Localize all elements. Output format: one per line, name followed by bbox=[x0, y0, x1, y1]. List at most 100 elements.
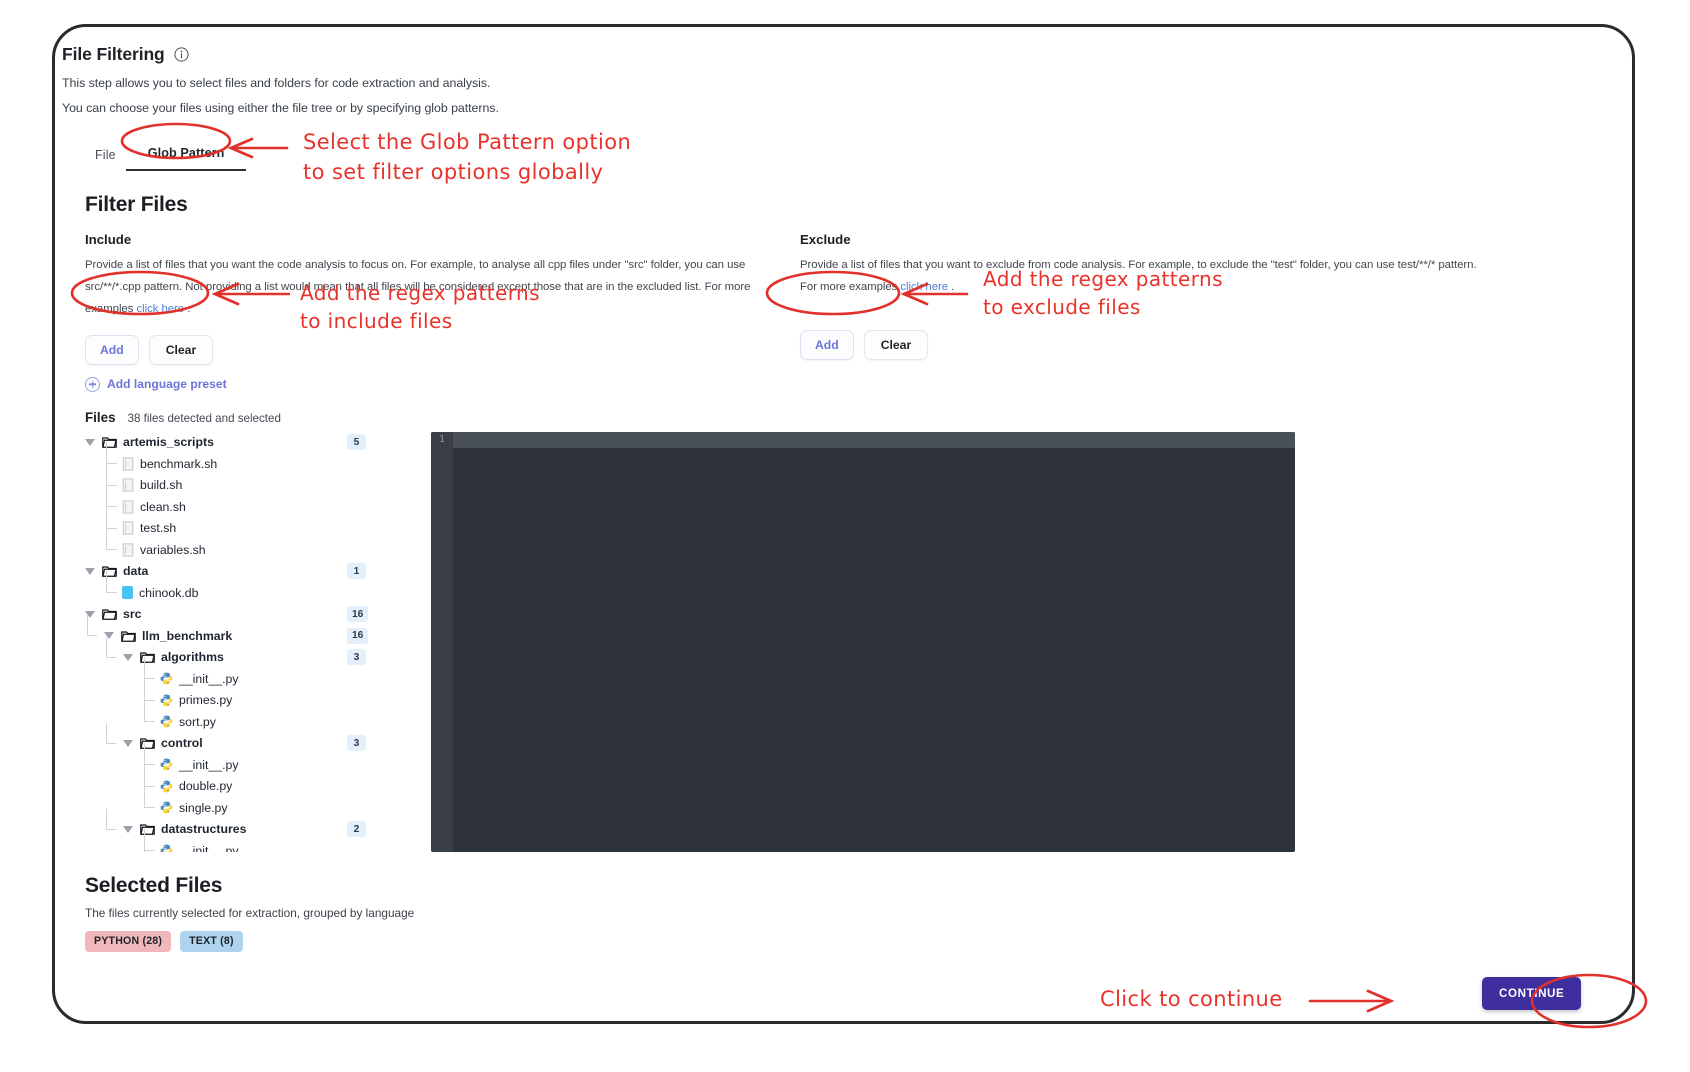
tab-glob-pattern[interactable]: Glob Pattern bbox=[125, 140, 247, 171]
tree-node-label: control bbox=[161, 736, 203, 751]
python-file-icon bbox=[160, 780, 173, 793]
tree-node-count-badge: 16 bbox=[347, 627, 369, 644]
text-file-icon bbox=[122, 543, 134, 557]
tree-node-label: src bbox=[123, 607, 142, 622]
tree-file-row[interactable]: variables.sh bbox=[85, 528, 415, 561]
tree-file-row[interactable]: __init__.py bbox=[85, 829, 415, 852]
tree-node-label: single.py bbox=[179, 800, 228, 815]
glob-pattern-editor[interactable]: 1 bbox=[431, 431, 1295, 852]
exclude-desc-part-2: examples bbox=[848, 281, 901, 294]
tree-node-count-badge: 1 bbox=[347, 563, 366, 580]
include-add-button[interactable]: Add bbox=[85, 334, 139, 365]
folder-icon bbox=[140, 651, 155, 664]
python-file-icon bbox=[160, 844, 173, 852]
tree-file-row[interactable]: double.py bbox=[85, 764, 415, 798]
annotation-include-note: Add the regex patterns to include files bbox=[300, 281, 540, 334]
include-click-here-link[interactable]: click here bbox=[136, 303, 184, 315]
tree-file-row[interactable]: clean.sh bbox=[85, 485, 415, 518]
tree-folder-row[interactable]: artemis_scripts 5 bbox=[85, 432, 415, 454]
info-icon[interactable] bbox=[174, 47, 189, 62]
tree-file-row[interactable]: test.sh bbox=[85, 506, 415, 540]
continue-button[interactable]: CONTINUE bbox=[1482, 977, 1582, 1010]
caret-down-icon[interactable] bbox=[85, 438, 95, 446]
database-file-icon bbox=[122, 586, 133, 600]
tree-file-row[interactable]: benchmark.sh bbox=[85, 442, 415, 475]
plus-circle-icon bbox=[85, 376, 100, 392]
tree-node-label: clean.sh bbox=[140, 499, 186, 514]
text-file-icon bbox=[122, 500, 134, 514]
tree-node-label: __init__.py bbox=[179, 757, 239, 772]
page-content: File Filtering This step allows you to s… bbox=[62, 44, 1622, 1004]
tree-folder-row[interactable]: llm_benchmark 16 bbox=[85, 625, 415, 647]
python-file-icon bbox=[160, 694, 173, 707]
editor-topbar bbox=[431, 431, 1295, 448]
tree-guide-line bbox=[87, 615, 88, 637]
exclude-add-button[interactable]: Add bbox=[800, 330, 854, 361]
tree-folder-row[interactable]: src 16 bbox=[85, 604, 415, 626]
tree-guide-line bbox=[104, 571, 122, 603]
tree-folder-row[interactable]: datastructures 2 bbox=[85, 819, 415, 841]
page-header: File Filtering bbox=[62, 44, 1622, 65]
exclude-desc-part-3: . bbox=[948, 281, 955, 294]
tree-node-label: test.sh bbox=[140, 521, 177, 536]
tree-folder-row[interactable]: algorithms 3 bbox=[85, 647, 415, 669]
tree-file-row[interactable]: sort.py bbox=[85, 700, 415, 733]
files-count: 38 files detected and selected bbox=[127, 411, 281, 425]
tree-node-count-badge: 5 bbox=[347, 434, 366, 451]
tree-node-label: double.py bbox=[179, 779, 233, 794]
files-label: Files bbox=[85, 409, 116, 425]
tree-file-row[interactable]: build.sh bbox=[85, 463, 415, 497]
page-description-1: This step allows you to select files and… bbox=[62, 76, 491, 90]
exclude-click-here-link[interactable]: click here bbox=[900, 281, 948, 293]
folder-icon bbox=[140, 823, 155, 836]
python-file-icon bbox=[160, 801, 173, 814]
tree-folder-row[interactable]: data 1 bbox=[85, 561, 415, 583]
files-tree-and-editor: artemis_scripts 5 benchmark.sh build.sh clea… bbox=[85, 431, 1295, 852]
add-language-preset-button[interactable]: Add language preset bbox=[85, 376, 775, 392]
tree-file-row[interactable]: primes.py bbox=[85, 678, 415, 712]
page-title: File Filtering bbox=[62, 44, 165, 64]
tree-node-label: chinook.db bbox=[139, 585, 199, 600]
caret-down-icon[interactable] bbox=[123, 653, 133, 661]
tree-node-label: sort.py bbox=[179, 714, 216, 729]
exclude-heading: Exclude bbox=[800, 232, 851, 247]
tree-file-row[interactable]: single.py bbox=[85, 786, 415, 819]
files-section: Files 38 files detected and selected art… bbox=[85, 410, 1622, 852]
tree-node-label: llm_benchmark bbox=[142, 628, 233, 643]
exclude-button-row: Add Clear bbox=[800, 330, 1490, 361]
caret-down-icon[interactable] bbox=[85, 567, 95, 575]
include-heading: Include bbox=[85, 232, 132, 247]
tree-file-row[interactable]: chinook.db bbox=[85, 571, 415, 604]
screen-root: File Filtering This step allows you to s… bbox=[0, 0, 1690, 1072]
tree-guide-line bbox=[106, 808, 107, 830]
language-chip[interactable]: PYTHON (28) bbox=[85, 930, 172, 952]
tree-guide-line bbox=[87, 635, 97, 637]
tree-folder-row[interactable]: control 3 bbox=[85, 733, 415, 755]
tree-guide-line bbox=[142, 786, 160, 818]
tree-file-row[interactable]: __init__.py bbox=[85, 743, 415, 776]
text-file-icon bbox=[122, 478, 134, 493]
language-chip[interactable]: TEXT (8) bbox=[180, 930, 243, 952]
tree-guide-line bbox=[106, 656, 116, 658]
tree-node-label: data bbox=[123, 564, 149, 579]
file-tree[interactable]: artemis_scripts 5 benchmark.sh build.sh clea… bbox=[85, 432, 415, 852]
tree-guide-line bbox=[104, 528, 122, 560]
tree-node-count-badge: 16 bbox=[347, 606, 369, 623]
folder-icon bbox=[140, 737, 155, 750]
caret-down-icon[interactable] bbox=[123, 739, 133, 747]
selected-files-title: Selected Files bbox=[85, 873, 223, 897]
tree-node-label: __init__.py bbox=[179, 671, 239, 686]
annotation-glob-note: Select the Glob Pattern option to set fi… bbox=[303, 130, 632, 184]
include-clear-button[interactable]: Clear bbox=[148, 334, 214, 365]
tab-file[interactable]: File bbox=[85, 142, 126, 171]
exclude-clear-button[interactable]: Clear bbox=[863, 330, 929, 361]
include-desc-part-3: . bbox=[184, 303, 191, 316]
python-file-icon bbox=[160, 715, 173, 728]
caret-down-icon[interactable] bbox=[123, 825, 133, 833]
tree-file-row[interactable]: __init__.py bbox=[85, 657, 415, 690]
tree-node-count-badge: 2 bbox=[347, 821, 366, 838]
tree-node-label: artemis_scripts bbox=[123, 435, 214, 450]
editor-line-number: 1 bbox=[439, 433, 445, 445]
tree-guide-line bbox=[142, 700, 160, 732]
tree-node-label: datastructures bbox=[161, 822, 247, 837]
